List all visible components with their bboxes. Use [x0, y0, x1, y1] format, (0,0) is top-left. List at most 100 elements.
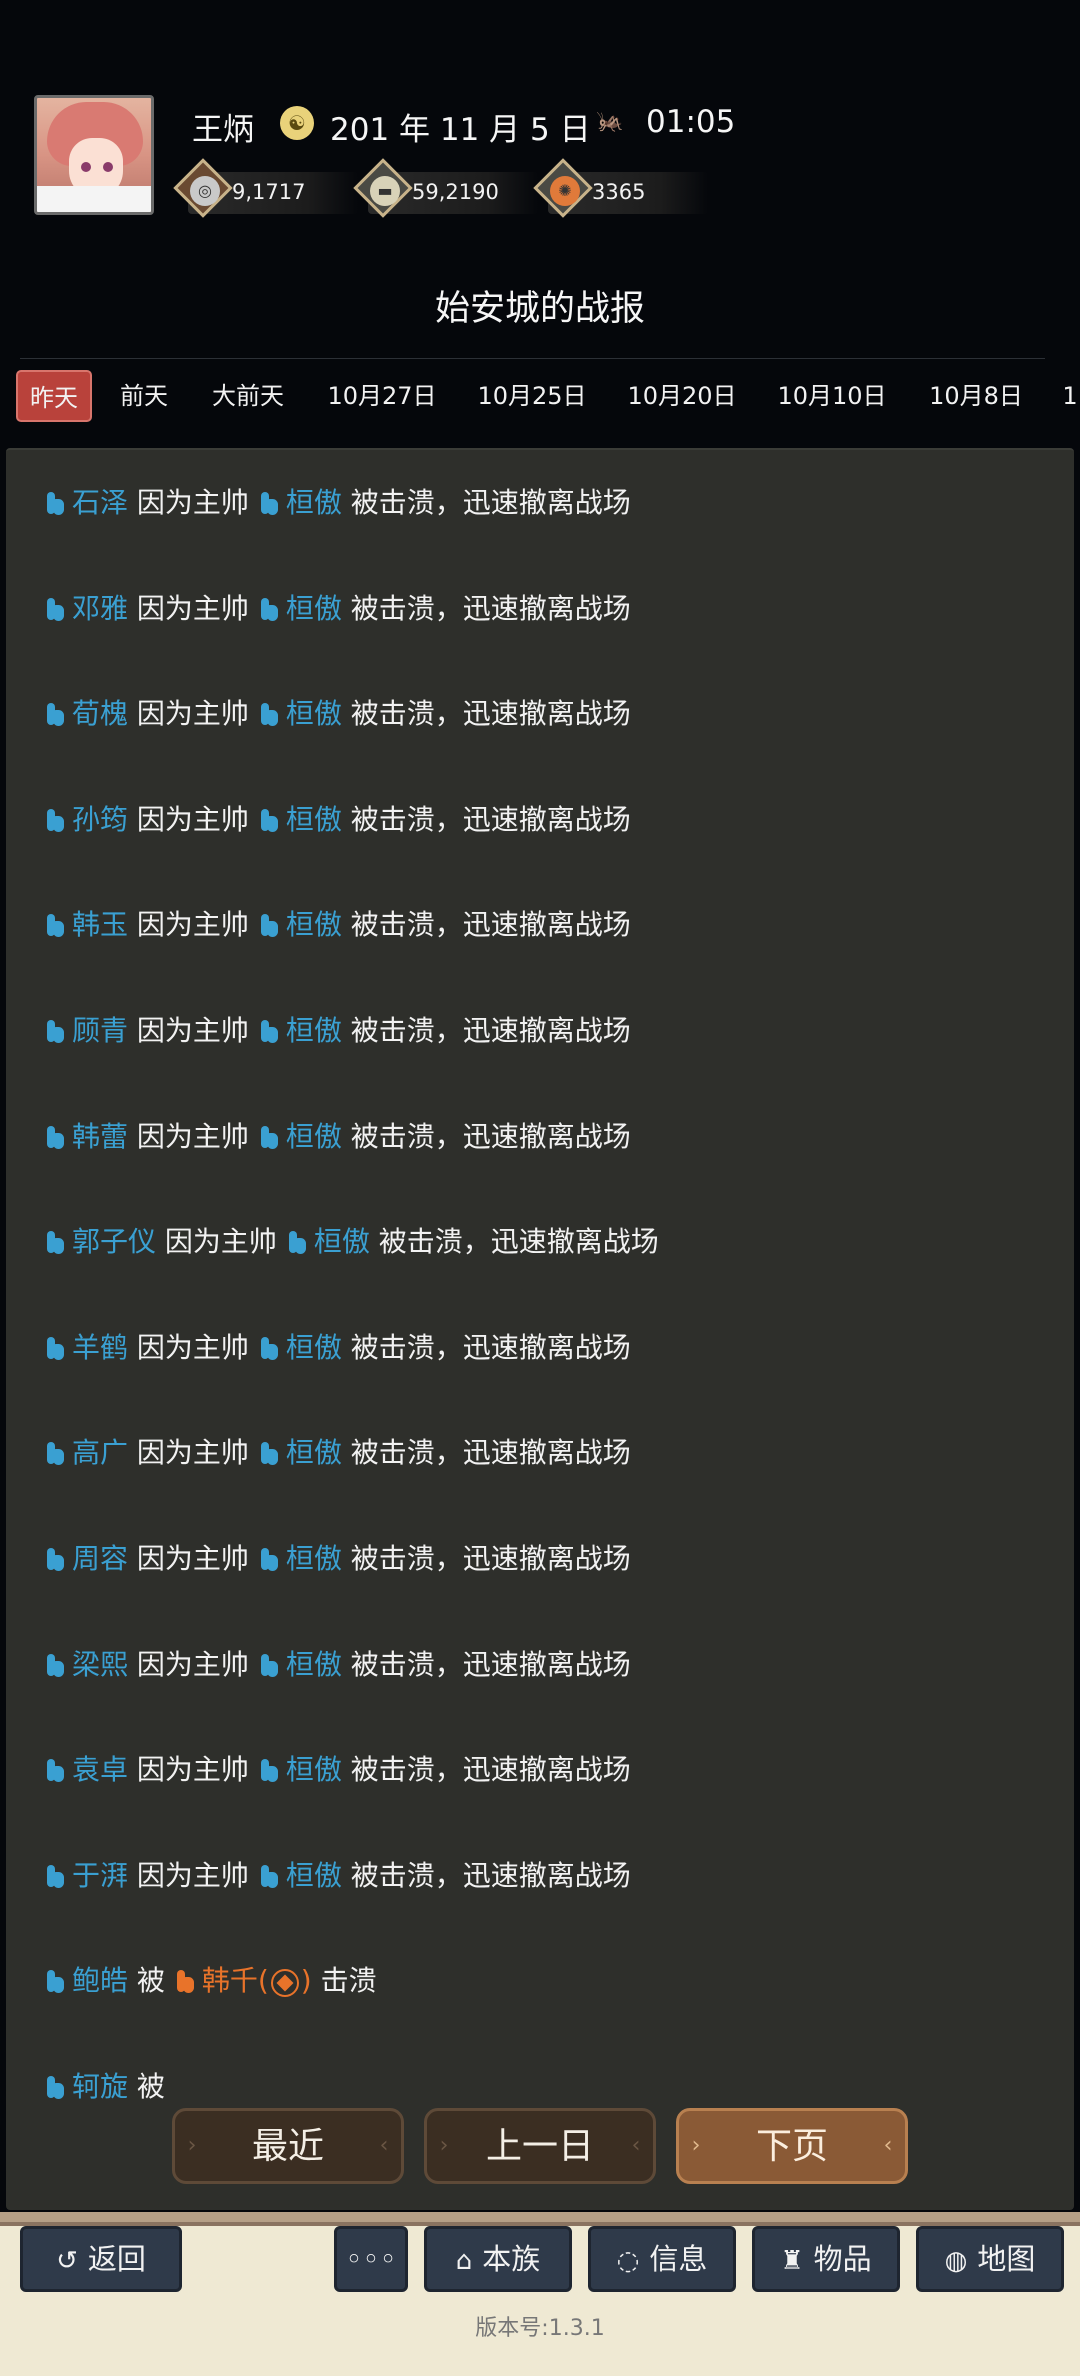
general-name-link[interactable]: 韩玉 — [72, 908, 128, 941]
clan-icon: ⌂ — [455, 2246, 473, 2276]
items-button[interactable]: ♜ 物品 — [752, 2226, 900, 2292]
general-name-link[interactable]: 高广 — [72, 1436, 128, 1469]
tab-oct-25[interactable]: 10月25日 — [466, 370, 598, 422]
commander-name-link[interactable]: 桓傲 — [286, 1436, 342, 1469]
commander-name-link[interactable]: 桓傲 — [286, 1859, 342, 1892]
pointer-hand-icon — [44, 595, 66, 623]
commander-name-link[interactable]: 桓傲 — [286, 908, 342, 941]
info-label: 信息 — [649, 2242, 708, 2276]
recent-button[interactable]: › 最近 ‹ — [172, 2108, 404, 2184]
grain-value: 59,2190 — [412, 180, 499, 204]
general-name-link[interactable]: 郭子仪 — [72, 1225, 156, 1258]
commander-name-link[interactable]: 桓傲 — [286, 486, 342, 519]
back-button[interactable]: ↺ 返回 — [20, 2226, 182, 2292]
commander-name-link[interactable]: 桓傲 — [286, 1648, 342, 1681]
pointer-hand-icon — [258, 1439, 280, 1467]
enemy-name-suffix: ) — [300, 1964, 312, 1997]
pointer-hand-icon — [44, 1334, 66, 1362]
commander-name-link[interactable]: 桓傲 — [286, 1120, 342, 1153]
commander-name-link[interactable]: 桓傲 — [286, 1014, 342, 1047]
connector-text: 因为主帅 — [136, 592, 249, 625]
silver-resource[interactable]: ◎ 9,1717 — [173, 158, 358, 218]
report-entry: 于湃 因为主帅 桓傲 被击溃，迅速撤离战场 — [44, 1845, 631, 1905]
tab-next-cutoff[interactable]: 1 — [1060, 370, 1080, 422]
map-button[interactable]: ◍ 地图 — [916, 2226, 1064, 2292]
player-avatar[interactable] — [34, 95, 154, 215]
pointer-hand-icon — [44, 1862, 66, 1890]
pointer-hand-icon — [44, 1967, 66, 1995]
commander-name-link[interactable]: 桓傲 — [286, 1753, 342, 1786]
general-name-link[interactable]: 顾青 — [72, 1014, 128, 1047]
enemy-name-link[interactable]: 韩千( — [202, 1964, 269, 1997]
grain-resource[interactable]: ▬ 59,2190 — [353, 158, 538, 218]
prev-day-button[interactable]: › 上一日 ‹ — [424, 2108, 656, 2184]
items-icon: ♜ — [780, 2246, 804, 2276]
prev-day-label: 上一日 — [485, 2126, 594, 2167]
by-text: 被 — [136, 1964, 165, 1997]
back-label: 返回 — [87, 2242, 146, 2276]
pointer-hand-icon — [258, 1862, 280, 1890]
pointer-hand-icon — [44, 1545, 66, 1573]
game-date: 201 年 11 月 5 日 — [330, 112, 591, 148]
tab-oct-20[interactable]: 10月20日 — [616, 370, 748, 422]
pointer-hand-icon — [258, 1651, 280, 1679]
general-name-link[interactable]: 梁熙 — [72, 1648, 128, 1681]
left-arrow-icon: › — [187, 2133, 197, 2158]
troops-resource[interactable]: ✺ 3365 — [533, 158, 708, 218]
general-name-link[interactable]: 于湃 — [72, 1859, 128, 1892]
general-name-link[interactable]: 周容 — [72, 1542, 128, 1575]
tab-oct-27[interactable]: 10月27日 — [316, 370, 448, 422]
report-entry: 石泽 因为主帅 桓傲 被击溃，迅速撤离战场 — [44, 472, 631, 532]
pointer-hand-icon — [44, 700, 66, 728]
commander-name-link[interactable]: 桓傲 — [286, 803, 342, 836]
recent-label: 最近 — [251, 2126, 324, 2167]
general-name-link[interactable]: 荀槐 — [72, 697, 128, 730]
outcome-text: 被击溃，迅速撤离战场 — [350, 1648, 631, 1681]
cricket-icon: 🦗 — [596, 109, 624, 134]
right-arrow-icon: ‹ — [379, 2133, 389, 2158]
tab-oct-10[interactable]: 10月10日 — [766, 370, 898, 422]
general-name-link[interactable]: 邓雅 — [72, 592, 128, 625]
commander-name-link[interactable]: 桓傲 — [286, 1542, 342, 1575]
general-name-link[interactable]: 羊鹤 — [72, 1331, 128, 1364]
connector-text: 因为主帅 — [136, 1753, 249, 1786]
report-entry: 羊鹤 因为主帅 桓傲 被击溃，迅速撤离战场 — [44, 1317, 631, 1377]
general-name-link[interactable]: 石泽 — [72, 486, 128, 519]
commander-name-link[interactable]: 桓傲 — [286, 697, 342, 730]
general-name-link[interactable]: 鲍皓 — [72, 1964, 128, 1997]
commander-name-link[interactable]: 桓傲 — [286, 592, 342, 625]
outcome-text: 被击溃，迅速撤离战场 — [350, 486, 631, 519]
general-name-link[interactable]: 韩蕾 — [72, 1120, 128, 1153]
info-button[interactable]: ◌ 信息 — [588, 2226, 736, 2292]
tab-yesterday[interactable]: 昨天 — [16, 370, 92, 422]
clan-button[interactable]: ⌂ 本族 — [424, 2226, 572, 2292]
general-name-link[interactable]: 孙筠 — [72, 803, 128, 836]
tab-day-before[interactable]: 前天 — [104, 370, 184, 422]
connector-text: 因为主帅 — [136, 1436, 249, 1469]
page-title: 始安城的战报 — [434, 289, 645, 329]
globe-icon: ◍ — [944, 2246, 968, 2276]
more-button[interactable]: ◦◦◦ — [334, 2226, 408, 2292]
pointer-hand-icon — [258, 1123, 280, 1151]
title-divider — [20, 358, 1045, 359]
pointer-hand-icon — [44, 489, 66, 517]
general-name-link[interactable]: 袁卓 — [72, 1753, 128, 1786]
items-label: 物品 — [813, 2242, 872, 2276]
general-name-link[interactable]: 轲旋 — [72, 2070, 128, 2103]
troops-value: 3365 — [592, 180, 646, 204]
tab-three-days-ago[interactable]: 大前天 — [196, 370, 300, 422]
commander-name-link[interactable]: 桓傲 — [286, 1331, 342, 1364]
pointer-hand-icon — [258, 806, 280, 834]
outcome-text: 被击溃，迅速撤离战场 — [350, 592, 631, 625]
next-page-button[interactable]: › 下页 ‹ — [676, 2108, 908, 2184]
report-entry: 高广 因为主帅 桓傲 被击溃，迅速撤离战场 — [44, 1422, 631, 1482]
pointer-hand-icon — [258, 1756, 280, 1784]
pointer-hand-icon — [44, 1651, 66, 1679]
tab-oct-8[interactable]: 10月8日 — [916, 370, 1036, 422]
connector-text: 因为主帅 — [136, 1648, 249, 1681]
commander-name-link[interactable]: 桓傲 — [314, 1225, 370, 1258]
outcome-text: 被击溃，迅速撤离战场 — [350, 1014, 631, 1047]
outcome-text: 被击溃，迅速撤离战场 — [350, 1859, 631, 1892]
troops-icon: ✺ — [550, 176, 580, 206]
left-arrow-icon: › — [439, 2133, 449, 2158]
